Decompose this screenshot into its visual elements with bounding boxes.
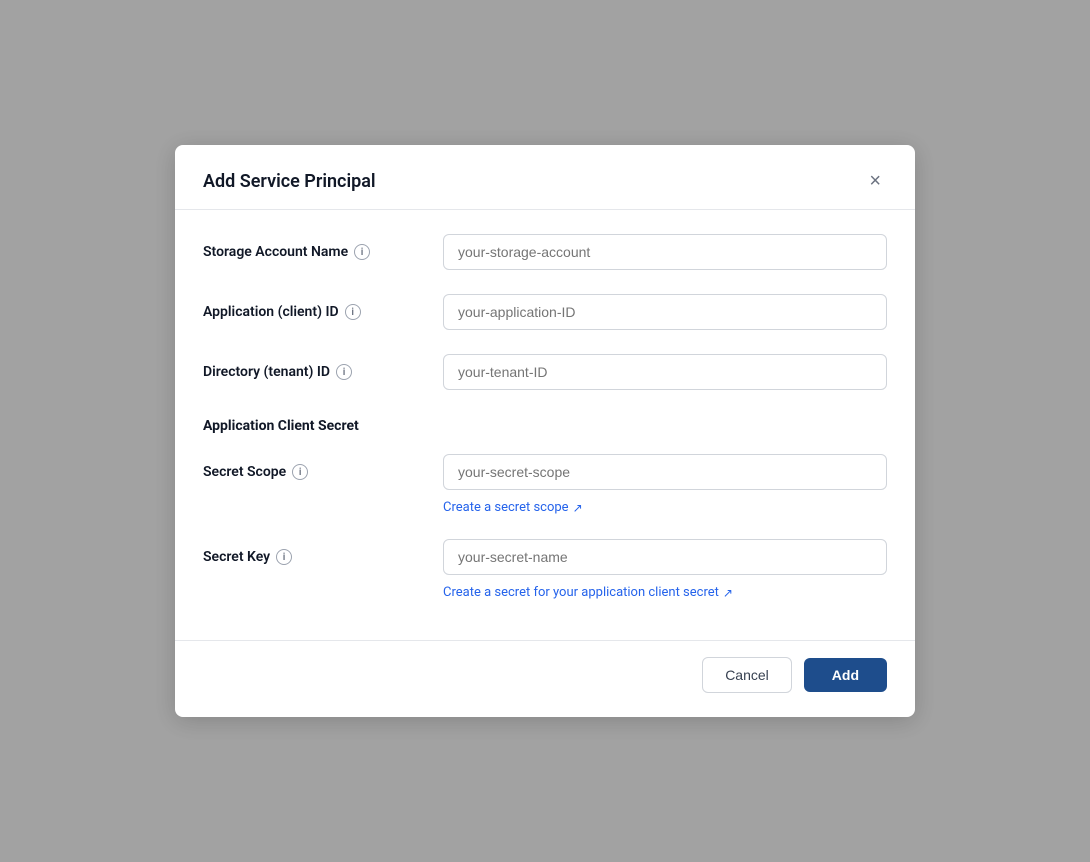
modal-title: Add Service Principal (203, 171, 376, 192)
external-link-icon-key: ↗ (723, 586, 733, 600)
secret-key-input[interactable] (443, 539, 887, 575)
application-client-id-group: Application (client) ID i (203, 294, 887, 330)
secret-key-label: Secret Key i (203, 549, 443, 565)
secret-scope-input[interactable] (443, 454, 887, 490)
secret-key-info-icon[interactable]: i (276, 549, 292, 565)
secret-scope-group: Secret Scope i Create a secret scope ↗ (203, 454, 887, 515)
directory-tenant-id-info-icon[interactable]: i (336, 364, 352, 380)
modal-body: Storage Account Name i Application (clie… (175, 210, 915, 640)
application-client-id-input[interactable] (443, 294, 887, 330)
add-button[interactable]: Add (804, 658, 887, 692)
application-client-id-label: Application (client) ID i (203, 304, 443, 320)
secret-scope-info-icon[interactable]: i (292, 464, 308, 480)
secret-scope-label: Secret Scope i (203, 464, 443, 480)
directory-tenant-id-label: Directory (tenant) ID i (203, 364, 443, 380)
application-client-secret-section: Application Client Secret (203, 414, 887, 434)
secret-key-group: Secret Key i Create a secret for your ap… (203, 539, 887, 600)
modal-footer: Cancel Add (175, 640, 915, 717)
application-client-secret-heading: Application Client Secret (203, 414, 887, 434)
application-client-id-info-icon[interactable]: i (345, 304, 361, 320)
modal-overlay: Add Service Principal × Storage Account … (0, 0, 1090, 862)
storage-account-name-input[interactable] (443, 234, 887, 270)
storage-account-name-info-icon[interactable]: i (354, 244, 370, 260)
close-button[interactable]: × (863, 169, 887, 193)
create-secret-scope-link[interactable]: Create a secret scope ↗ (443, 500, 583, 515)
directory-tenant-id-input[interactable] (443, 354, 887, 390)
create-secret-key-link[interactable]: Create a secret for your application cli… (443, 585, 733, 600)
add-service-principal-modal: Add Service Principal × Storage Account … (175, 145, 915, 717)
storage-account-name-group: Storage Account Name i (203, 234, 887, 270)
external-link-icon-scope: ↗ (573, 501, 583, 515)
directory-tenant-id-group: Directory (tenant) ID i (203, 354, 887, 390)
storage-account-name-label: Storage Account Name i (203, 244, 443, 260)
cancel-button[interactable]: Cancel (702, 657, 792, 693)
modal-header: Add Service Principal × (175, 145, 915, 210)
